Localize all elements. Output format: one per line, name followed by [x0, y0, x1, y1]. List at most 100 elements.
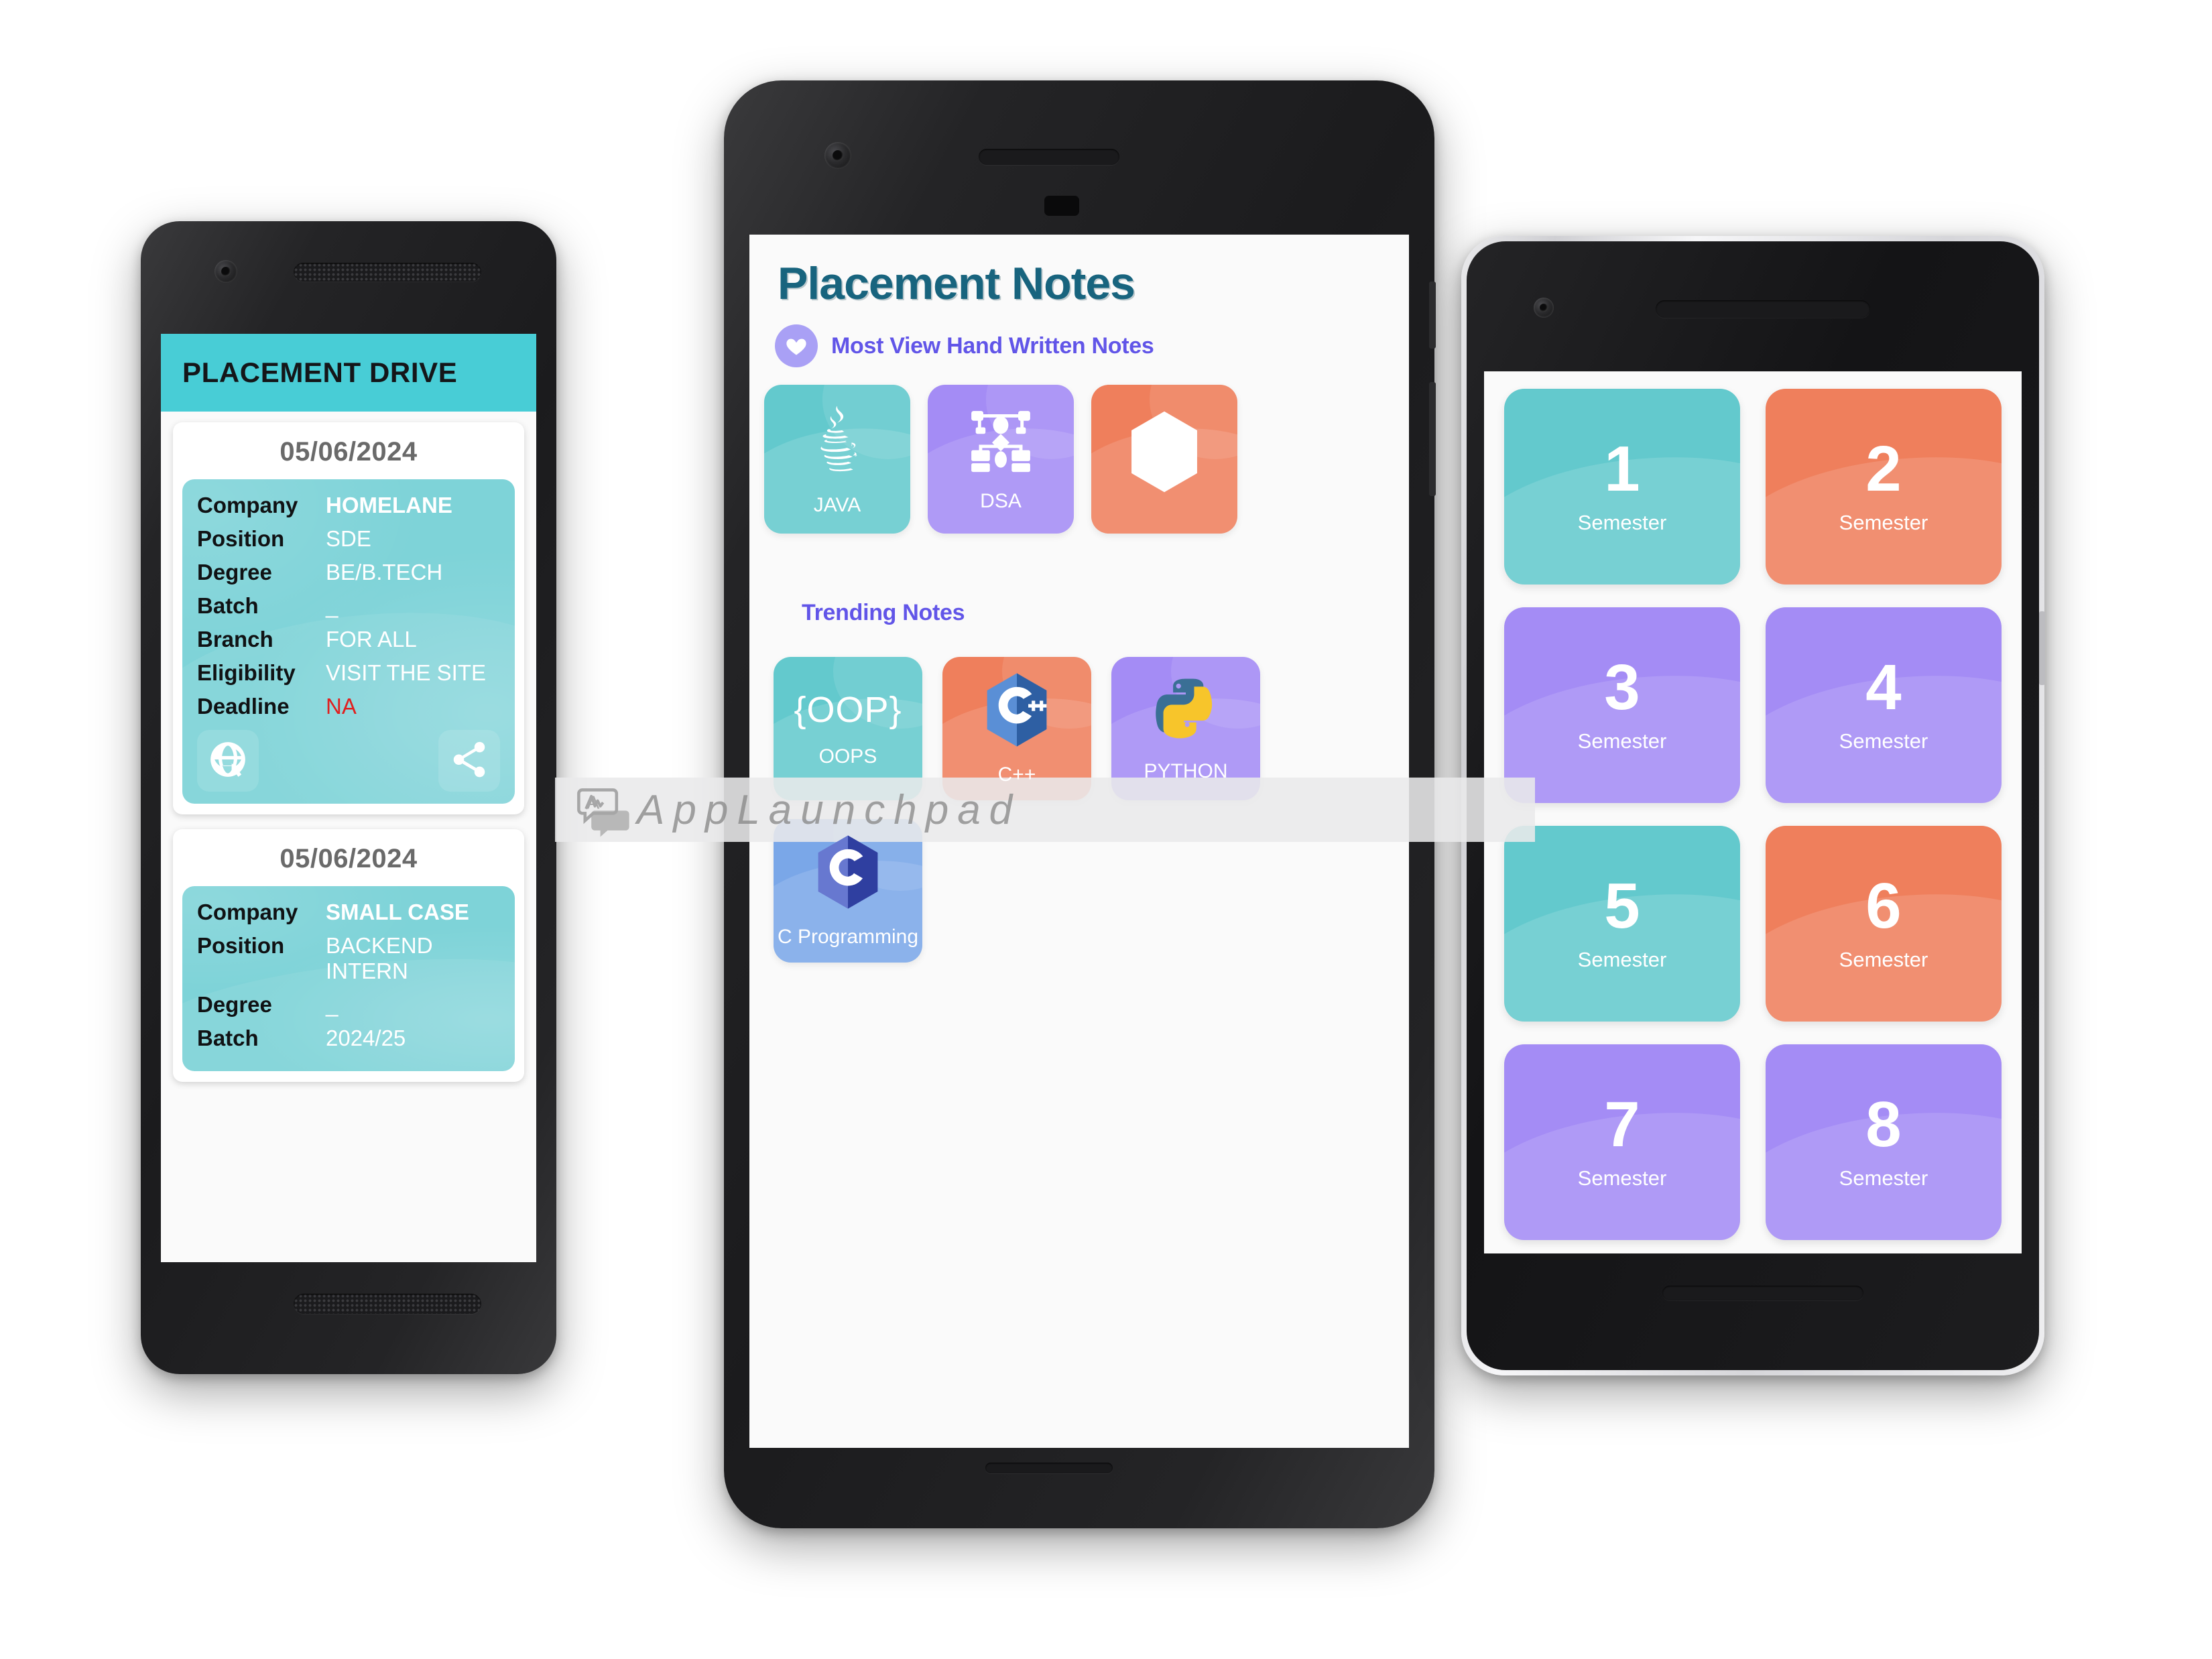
note-tile-oops[interactable]: {OOP} OOPS: [774, 657, 922, 800]
field-row-eligibility: Eligibility VISIT THE SITE: [197, 660, 500, 686]
section-header-trending: Trending Notes: [749, 534, 1409, 657]
cpp-hexagon-icon: [982, 671, 1052, 749]
note-tile-partial[interactable]: [1091, 385, 1237, 534]
earpiece-speaker-icon: [979, 149, 1119, 165]
field-value: BE/B.TECH: [326, 560, 443, 585]
note-tile-dsa[interactable]: DSA: [928, 385, 1074, 534]
share-icon: [448, 739, 490, 784]
note-tile-cpp[interactable]: C++: [942, 657, 1091, 800]
c-hexagon-icon: [813, 833, 883, 911]
page-title: PLACEMENT DRIVE: [182, 357, 458, 388]
bottom-speaker-icon: [294, 1294, 481, 1314]
semester-label: Semester: [1839, 947, 1928, 971]
field-key: Batch: [197, 593, 259, 618]
tile-label: JAVA: [813, 494, 861, 516]
field-value: HOMELANE: [326, 493, 452, 517]
field-value: SMALL CASE: [326, 900, 469, 924]
c-hexagon-icon: [1125, 409, 1203, 495]
front-camera-icon: [824, 142, 851, 169]
drive-date: 05/06/2024: [280, 844, 418, 873]
tile-label: PYTHON: [1144, 760, 1228, 782]
trending-tile-grid[interactable]: {OOP} OOPS C++ PYTHON C Programming: [749, 657, 1409, 963]
java-icon: [801, 402, 873, 479]
tile-label: DSA: [980, 490, 1022, 512]
note-tile-c-programming[interactable]: C Programming: [774, 819, 922, 963]
field-key: Degree: [197, 560, 272, 585]
semester-tile-2[interactable]: 2 Semester: [1766, 389, 2002, 585]
visit-website-button[interactable]: [197, 730, 259, 792]
app-bar-placement-drive: PLACEMENT DRIVE: [161, 334, 536, 412]
field-key: Position: [197, 526, 285, 551]
field-row-position: Position SDE: [197, 526, 500, 552]
field-row-deadline: Deadline NA: [197, 694, 500, 719]
section-label: Most View Hand Written Notes: [831, 332, 1154, 359]
tile-label: C++: [997, 763, 1036, 786]
phone-mockup-center: Placement Notes Most View Hand Written N…: [724, 80, 1436, 1528]
flowchart-icon: [966, 406, 1036, 475]
power-button[interactable]: [1429, 282, 1436, 349]
braces-oop-icon: {OOP}: [794, 690, 902, 730]
power-button[interactable]: [2039, 611, 2045, 685]
drive-card-body: Company SMALL CASE Position BACKEND INTE…: [182, 886, 515, 1071]
section-header-most-viewed: Most View Hand Written Notes: [749, 319, 1409, 375]
field-key: Deadline: [197, 694, 290, 719]
speech-bubbles-logo: A: [575, 781, 633, 839]
bottom-speaker-icon: [985, 1463, 1113, 1473]
semester-number: 5: [1604, 870, 1640, 942]
semester-label: Semester: [1839, 510, 1928, 534]
field-row-degree: Degree _: [197, 992, 500, 1018]
drive-card[interactable]: 05/06/2024 Company HOMELANE Position SDE…: [173, 422, 524, 814]
semester-number: 1: [1604, 433, 1640, 505]
semester-label: Semester: [1577, 947, 1667, 971]
semester-label: Semester: [1839, 1166, 1928, 1190]
semester-tile-5[interactable]: 5 Semester: [1504, 826, 1740, 1022]
semester-tile-4[interactable]: 4 Semester: [1766, 607, 2002, 803]
note-tile-java[interactable]: JAVA: [764, 385, 910, 534]
bottom-speaker-icon: [1662, 1286, 1863, 1300]
drive-card[interactable]: 05/06/2024 Company SMALL CASE Position B…: [173, 829, 524, 1082]
field-row-batch: Batch _: [197, 593, 500, 619]
semester-tile-3[interactable]: 3 Semester: [1504, 607, 1740, 803]
field-row-batch: Batch 2024/25: [197, 1026, 500, 1051]
field-key: Eligibility: [197, 660, 296, 685]
semester-number: 4: [1865, 652, 1902, 724]
field-row-degree: Degree BE/B.TECH: [197, 560, 500, 585]
note-tile-python[interactable]: PYTHON: [1111, 657, 1260, 800]
front-camera-icon: [214, 260, 237, 283]
semester-tile-7[interactable]: 7 Semester: [1504, 1044, 1740, 1240]
semester-number: 7: [1604, 1089, 1640, 1161]
share-button[interactable]: [438, 730, 500, 792]
field-row-position: Position BACKEND INTERN: [197, 933, 500, 984]
proximity-sensor-icon: [1044, 196, 1079, 216]
screen-center: Placement Notes Most View Hand Written N…: [749, 235, 1409, 1448]
field-key: Company: [197, 493, 298, 517]
semester-tile-1[interactable]: 1 Semester: [1504, 389, 1740, 585]
drive-card-actions: [197, 730, 500, 792]
semester-tile-8[interactable]: 8 Semester: [1766, 1044, 2002, 1240]
semester-label: Semester: [1839, 729, 1928, 753]
field-value: NA: [326, 694, 357, 719]
field-value: 2024/25: [326, 1026, 406, 1050]
semester-number: 2: [1865, 433, 1902, 505]
phone-mockup-left: PLACEMENT DRIVE 05/06/2024 Company HOMEL…: [141, 221, 556, 1374]
semester-label: Semester: [1577, 1166, 1667, 1190]
field-value: _: [326, 992, 339, 1017]
heart-icon: [775, 324, 818, 367]
volume-button[interactable]: [1429, 382, 1436, 496]
most-viewed-tile-row[interactable]: JAVA DSA: [749, 375, 1409, 534]
field-key: Company: [197, 900, 298, 924]
earpiece-speaker-icon: [294, 263, 481, 282]
screen-right: 1 Semester 2 Semester 3 Semester 4 Semes…: [1484, 371, 2022, 1253]
semester-number: 3: [1604, 652, 1640, 724]
semester-label: Semester: [1577, 510, 1667, 534]
page-title: Placement Notes: [778, 258, 1135, 309]
drive-date: 05/06/2024: [280, 437, 418, 467]
semester-grid[interactable]: 1 Semester 2 Semester 3 Semester 4 Semes…: [1484, 371, 2022, 1240]
field-value: VISIT THE SITE: [326, 660, 487, 685]
screen-left: PLACEMENT DRIVE 05/06/2024 Company HOMEL…: [161, 334, 536, 1262]
tile-label: OOPS: [818, 745, 877, 767]
field-key: Branch: [197, 627, 273, 652]
semester-tile-6[interactable]: 6 Semester: [1766, 826, 2002, 1022]
section-label: Trending Notes: [802, 599, 965, 625]
tile-label: C Programming: [777, 926, 919, 948]
